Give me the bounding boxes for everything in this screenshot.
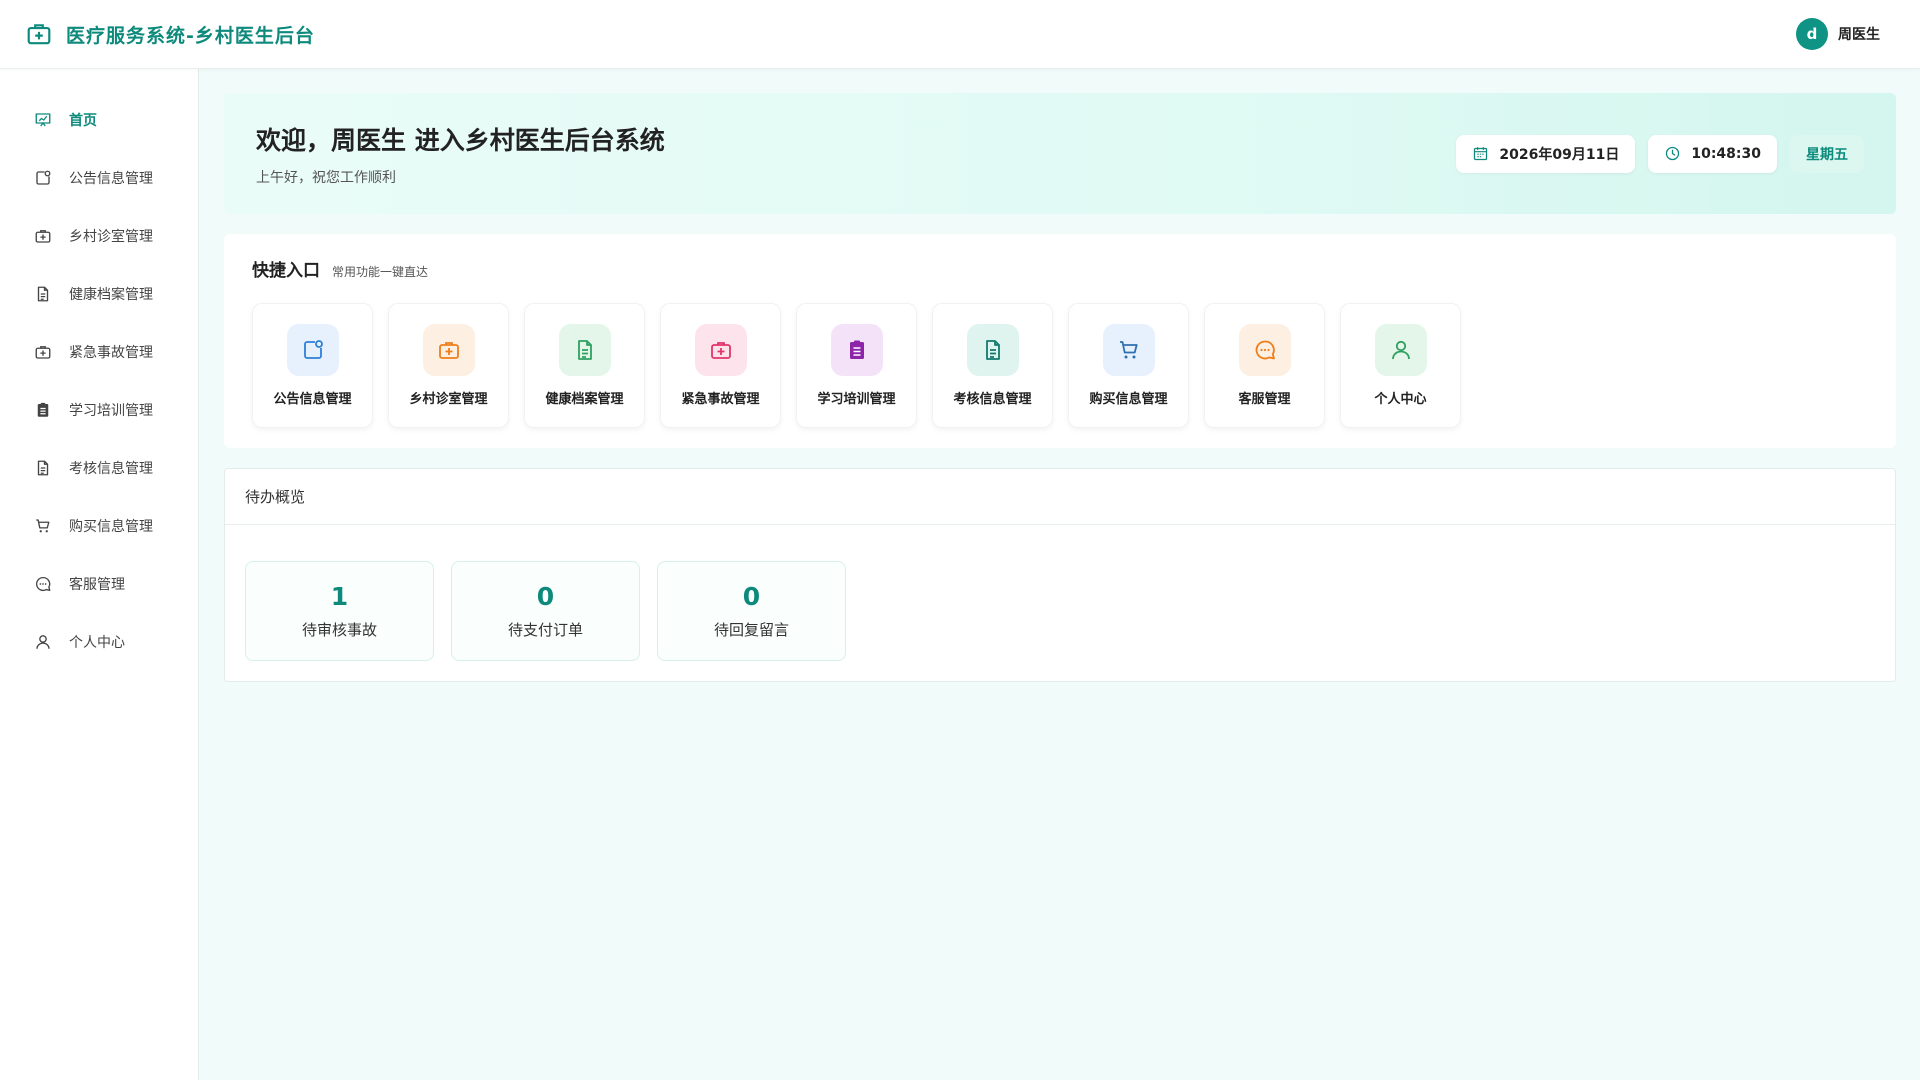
welcome-subtitle: 上午好，祝您工作顺利 — [256, 169, 396, 186]
quick-entry-subtitle: 常用功能一键直达 — [332, 265, 429, 279]
quick-entry-label: 个人中心 — [1374, 392, 1427, 407]
quick-entry-label: 考核信息管理 — [953, 392, 1032, 407]
quick-entry-purchase[interactable]: 购买信息管理 — [1068, 303, 1189, 428]
notice-icon — [286, 324, 339, 376]
chat-icon — [1238, 324, 1291, 376]
cart-icon — [1102, 324, 1155, 376]
sidebar-item-label: 个人中心 — [69, 635, 125, 651]
quick-entry-label: 购买信息管理 — [1089, 392, 1168, 407]
medkit-icon — [34, 343, 52, 361]
user-icon — [34, 633, 52, 651]
quick-entry-profile[interactable]: 个人中心 — [1340, 303, 1461, 428]
welcome-title: 欢迎，周医生 进入乡村医生后台系统 — [256, 125, 665, 155]
time-chip: 10:48:30 — [1648, 134, 1777, 173]
medkit-icon — [422, 324, 475, 376]
todo-label: 待支付订单 — [507, 621, 583, 639]
todo-label: 待审核事故 — [301, 621, 377, 639]
chart-icon — [34, 111, 52, 129]
welcome-banner: 欢迎，周医生 进入乡村医生后台系统 上午好，祝您工作顺利 2026年09月11日… — [224, 93, 1896, 214]
quick-entry-label: 公告信息管理 — [273, 392, 352, 407]
quick-entry-health-records[interactable]: 健康档案管理 — [524, 303, 645, 428]
todo-count: 0 — [536, 582, 555, 611]
quick-entry-notice[interactable]: 公告信息管理 — [252, 303, 373, 428]
time-text: 10:48:30 — [1691, 145, 1761, 162]
medkit-icon — [26, 21, 52, 47]
todo-label: 待回复留言 — [713, 621, 789, 639]
document-icon — [558, 324, 611, 376]
quick-entry-training[interactable]: 学习培训管理 — [796, 303, 917, 428]
user-name[interactable]: 周医生 — [1838, 24, 1880, 44]
cart-icon — [34, 517, 52, 535]
sidebar-item-customer-service[interactable]: 客服管理 — [0, 555, 198, 613]
sidebar-item-label: 紧急事故管理 — [69, 345, 153, 361]
sidebar: 首页 公告信息管理 乡村诊室管理 健康档案管理 紧急事故管理 学习培训管理 考核… — [0, 69, 199, 1080]
clock-icon — [1664, 145, 1681, 162]
quick-entry-label: 客服管理 — [1238, 392, 1291, 407]
sidebar-item-label: 学习培训管理 — [69, 403, 153, 419]
user-menu[interactable]: d 周医生 — [1796, 18, 1894, 50]
todo-card-unreplied-messages[interactable]: 0 待回复留言 — [657, 561, 846, 661]
todo-overview-title: 待办概览 — [225, 469, 1895, 525]
quick-entry-label: 紧急事故管理 — [681, 392, 760, 407]
sidebar-item-label: 健康档案管理 — [69, 287, 153, 303]
quick-entry-label: 乡村诊室管理 — [409, 392, 488, 407]
top-header: 医疗服务系统-乡村医生后台 d 周医生 — [0, 0, 1920, 69]
sidebar-item-label: 首页 — [69, 113, 97, 129]
quick-entry-label: 健康档案管理 — [545, 392, 624, 407]
quick-entry-clinic[interactable]: 乡村诊室管理 — [388, 303, 509, 428]
quick-entry-customer-service[interactable]: 客服管理 — [1204, 303, 1325, 428]
sidebar-item-label: 公告信息管理 — [69, 171, 153, 187]
sidebar-item-label: 客服管理 — [69, 577, 125, 593]
avatar[interactable]: d — [1796, 18, 1828, 50]
quick-entry-emergency[interactable]: 紧急事故管理 — [660, 303, 781, 428]
sidebar-item-label: 考核信息管理 — [69, 461, 153, 477]
calendar-icon — [1472, 145, 1489, 162]
quick-entry-label: 学习培训管理 — [817, 392, 896, 407]
notice-icon — [34, 169, 52, 187]
date-text: 2026年09月11日 — [1499, 146, 1620, 163]
quick-entry-assessment[interactable]: 考核信息管理 — [932, 303, 1053, 428]
sidebar-item-label: 乡村诊室管理 — [69, 229, 153, 245]
sidebar-item-training[interactable]: 学习培训管理 — [0, 381, 198, 439]
todo-count: 0 — [742, 582, 761, 611]
medkit-icon — [34, 227, 52, 245]
sidebar-item-notice[interactable]: 公告信息管理 — [0, 149, 198, 207]
document-icon — [966, 324, 1019, 376]
weekday-chip: 星期五 — [1790, 134, 1864, 173]
sidebar-item-health-records[interactable]: 健康档案管理 — [0, 265, 198, 323]
main-content: 欢迎，周医生 进入乡村医生后台系统 上午好，祝您工作顺利 2026年09月11日… — [224, 93, 1896, 682]
sidebar-item-label: 购买信息管理 — [69, 519, 153, 535]
todo-overview-panel: 待办概览 1 待审核事故 0 待支付订单 0 待回复留言 — [224, 468, 1896, 682]
clipboard-icon — [34, 401, 52, 419]
medkit-icon — [694, 324, 747, 376]
todo-count: 1 — [330, 582, 349, 611]
chat-icon — [34, 575, 52, 593]
todo-card-pending-accidents[interactable]: 1 待审核事故 — [245, 561, 434, 661]
quick-entry-panel: 快捷入口 常用功能一键直达 公告信息管理 乡村诊室管理 健康档案管理 紧急事故管… — [224, 234, 1896, 448]
document-icon — [34, 459, 52, 477]
sidebar-item-home[interactable]: 首页 — [0, 91, 198, 149]
app-title: 医疗服务系统-乡村医生后台 — [66, 24, 315, 47]
clipboard-icon — [830, 324, 883, 376]
document-icon — [34, 285, 52, 303]
todo-card-unpaid-orders[interactable]: 0 待支付订单 — [451, 561, 640, 661]
quick-entry-title: 快捷入口 — [252, 261, 320, 281]
sidebar-item-purchase[interactable]: 购买信息管理 — [0, 497, 198, 555]
sidebar-item-emergency[interactable]: 紧急事故管理 — [0, 323, 198, 381]
sidebar-item-assessment[interactable]: 考核信息管理 — [0, 439, 198, 497]
brand[interactable]: 医疗服务系统-乡村医生后台 — [26, 21, 315, 48]
user-icon — [1374, 324, 1427, 376]
date-chip: 2026年09月11日 — [1456, 134, 1636, 173]
sidebar-item-profile[interactable]: 个人中心 — [0, 613, 198, 671]
sidebar-item-clinic[interactable]: 乡村诊室管理 — [0, 207, 198, 265]
